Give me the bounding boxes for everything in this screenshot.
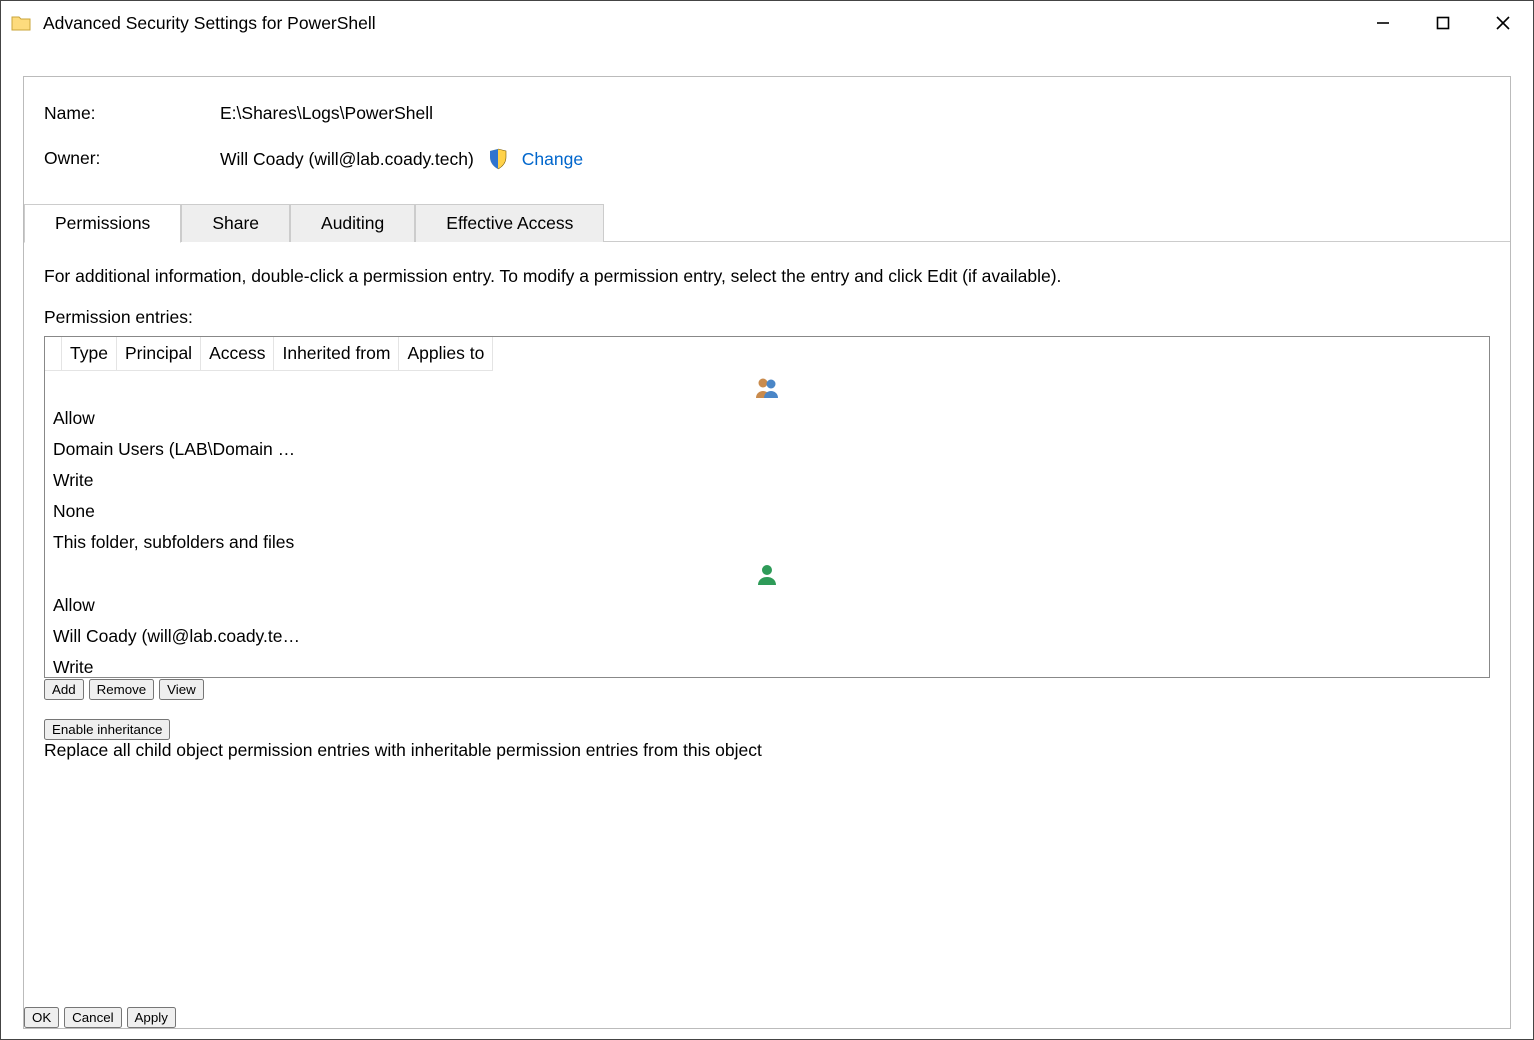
tabstrip: Permissions Share Auditing Effective Acc… bbox=[24, 204, 1510, 242]
change-owner-link[interactable]: Change bbox=[522, 149, 583, 170]
cell-inherited: None bbox=[45, 496, 1489, 527]
entry-buttons: Add Remove View bbox=[44, 678, 1490, 700]
tab-share[interactable]: Share bbox=[181, 204, 290, 242]
window-title: Advanced Security Settings for PowerShel… bbox=[43, 13, 376, 34]
ok-button[interactable]: OK bbox=[24, 1007, 59, 1028]
folder-icon bbox=[11, 13, 31, 33]
inheritance-buttons: Enable inheritance bbox=[44, 718, 1490, 740]
tab-label: Effective Access bbox=[446, 213, 573, 233]
cell-type: Allow bbox=[45, 590, 1489, 621]
permission-entries-list[interactable]: Type Principal Access Inherited from App… bbox=[44, 336, 1490, 678]
list-header: Type Principal Access Inherited from App… bbox=[45, 337, 1489, 371]
tab-auditing[interactable]: Auditing bbox=[290, 204, 415, 242]
cell-access: Write bbox=[45, 652, 1489, 678]
tab-label: Auditing bbox=[321, 213, 384, 233]
enable-inheritance-button[interactable]: Enable inheritance bbox=[44, 719, 170, 740]
maximize-button[interactable] bbox=[1413, 1, 1473, 45]
cell-access: Write bbox=[45, 465, 1489, 496]
cell-principal: Domain Users (LAB\Domain … bbox=[45, 434, 1489, 465]
tab-permissions[interactable]: Permissions bbox=[24, 204, 181, 243]
owner-value: Will Coady (will@lab.coady.tech) bbox=[220, 149, 474, 170]
close-button[interactable] bbox=[1473, 1, 1533, 45]
add-button[interactable]: Add bbox=[44, 679, 84, 700]
owner-label: Owner: bbox=[44, 148, 220, 170]
name-label: Name: bbox=[44, 103, 220, 124]
remove-button[interactable]: Remove bbox=[89, 679, 155, 700]
cancel-button[interactable]: Cancel bbox=[64, 1007, 122, 1028]
apply-button[interactable]: Apply bbox=[127, 1007, 176, 1028]
advanced-security-window: Advanced Security Settings for PowerShel… bbox=[0, 0, 1534, 1040]
minimize-button[interactable] bbox=[1353, 1, 1413, 45]
cell-type: Allow bbox=[45, 403, 1489, 434]
col-applies-header[interactable]: Applies to bbox=[399, 337, 493, 371]
tab-effective-access[interactable]: Effective Access bbox=[415, 204, 604, 242]
col-type-header[interactable]: Type bbox=[62, 337, 117, 371]
tab-label: Share bbox=[212, 213, 259, 233]
table-row[interactable]: AllowWill Coady (will@lab.coady.te…Write… bbox=[45, 558, 1489, 678]
replace-children-label: Replace all child object permission entr… bbox=[44, 740, 762, 760]
principal-icon bbox=[754, 376, 780, 398]
content-panel: Name: E:\Shares\Logs\PowerShell Owner: W… bbox=[23, 76, 1511, 1029]
uac-shield-icon bbox=[488, 148, 508, 170]
permissions-page: For additional information, double-click… bbox=[24, 242, 1510, 1006]
view-button[interactable]: View bbox=[159, 679, 204, 700]
cell-applies: This folder, subfolders and files bbox=[45, 527, 1489, 558]
col-access-header[interactable]: Access bbox=[201, 337, 274, 371]
name-value: E:\Shares\Logs\PowerShell bbox=[220, 103, 433, 124]
col-inherited-header[interactable]: Inherited from bbox=[274, 337, 399, 371]
replace-children-row: Replace all child object permission entr… bbox=[44, 740, 1490, 761]
principal-icon bbox=[754, 563, 780, 585]
titlebar: Advanced Security Settings for PowerShel… bbox=[1, 1, 1533, 46]
name-row: Name: E:\Shares\Logs\PowerShell bbox=[24, 103, 1510, 124]
hint-text: For additional information, double-click… bbox=[44, 266, 1490, 287]
col-principal-header[interactable]: Principal bbox=[117, 337, 201, 371]
permission-entries-label: Permission entries: bbox=[44, 307, 1490, 328]
tab-label: Permissions bbox=[55, 213, 150, 233]
owner-row: Owner: Will Coady (will@lab.coady.tech) … bbox=[24, 148, 1510, 170]
cell-principal: Will Coady (will@lab.coady.te… bbox=[45, 621, 1489, 652]
dialog-buttons: OK Cancel Apply bbox=[24, 1006, 1510, 1028]
table-row[interactable]: AllowDomain Users (LAB\Domain …WriteNone… bbox=[45, 371, 1489, 558]
